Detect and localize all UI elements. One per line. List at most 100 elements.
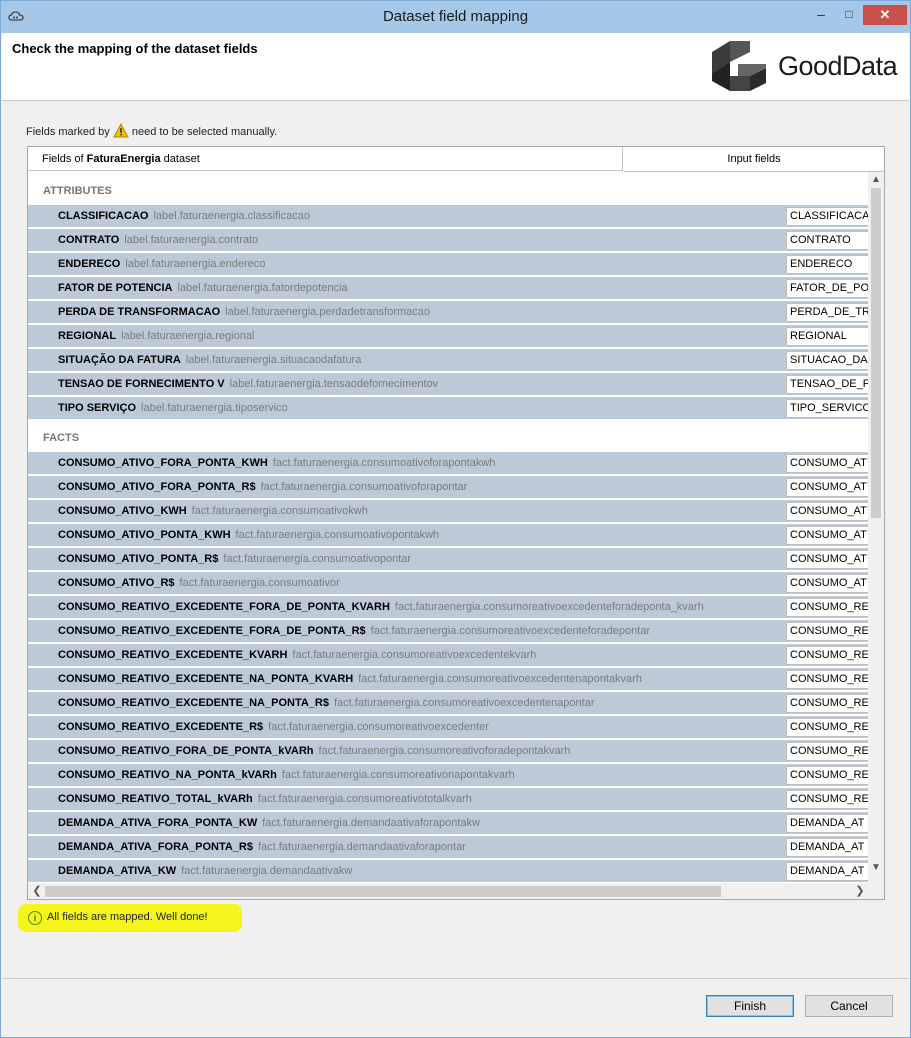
input-field-select[interactable]: ENDERECO (786, 255, 876, 274)
scroll-down-icon[interactable]: ▼ (868, 862, 884, 874)
field-label: CONSUMO_ATIVO_PONTA_KWH fact.faturaenergi… (58, 524, 439, 546)
close-button[interactable]: ✕ (863, 5, 907, 25)
finish-button[interactable]: Finish (706, 995, 794, 1017)
field-label: DEMANDA_ATIVA_FORA_PONTA_R$ fact.faturaen… (58, 836, 466, 858)
table-row[interactable]: TENSAO DE FORNECIMENTO V label.faturaener… (28, 373, 876, 395)
table-row[interactable]: CONSUMO_REATIVO_NA_PONTA_kVARh fact.fatur… (28, 764, 876, 786)
input-field-select[interactable]: CONTRATO (786, 231, 876, 250)
scroll-up-icon[interactable]: ▲ (868, 174, 884, 186)
fields-header-suffix: dataset (160, 153, 200, 165)
vertical-scrollbar[interactable]: ▲ ▼ (868, 172, 884, 884)
table-row[interactable]: CONSUMO_REATIVO_EXCEDENTE_FORA_DE_PONTA_… (28, 596, 876, 618)
input-field-select[interactable]: FATOR_DE_PO (786, 279, 876, 298)
input-field-select[interactable]: CONSUMO_RE (786, 670, 876, 689)
field-label: ENDERECO label.faturaenergia.endereco (58, 253, 265, 275)
table-row[interactable]: CONSUMO_REATIVO_FORA_DE_PONTA_kVARh fact.… (28, 740, 876, 762)
field-label: DEMANDA_ATIVA_FORA_PONTA_KW fact.faturaen… (58, 812, 480, 834)
table-row[interactable]: SITUAÇÃO DA FATURA label.faturaenergia.si… (28, 349, 876, 371)
table-row[interactable]: CONSUMO_REATIVO_TOTAL_kVARh fact.faturaen… (28, 788, 876, 810)
input-field-select[interactable]: CONSUMO_RE (786, 694, 876, 713)
table-row[interactable]: CONSUMO_ATIVO_KWH fact.faturaenergia.cons… (28, 500, 876, 522)
horizontal-scroll-thumb[interactable] (45, 886, 721, 897)
input-field-select[interactable]: CONSUMO_AT (786, 550, 876, 569)
field-label: CONSUMO_REATIVO_EXCEDENTE_R$ fact.faturae… (58, 716, 489, 738)
vertical-scroll-thumb[interactable] (871, 188, 881, 518)
table-row[interactable]: FATOR DE POTENCIA label.faturaenergia.fat… (28, 277, 876, 299)
table-row[interactable]: REGIONAL label.faturaenergia.regional REGI… (28, 325, 876, 347)
input-field-select[interactable]: TENSAO_DE_F (786, 375, 876, 394)
scroll-right-icon[interactable]: ❯ (854, 883, 866, 899)
field-name: CONSUMO_REATIVO_EXCEDENTE_FORA_DE_PONTA_… (58, 625, 366, 637)
field-name: ENDERECO (58, 258, 121, 270)
table-row[interactable]: ENDERECO label.faturaenergia.endereco ENDE… (28, 253, 876, 275)
table-row[interactable]: DEMANDA_ATIVA_FORA_PONTA_KW fact.faturaen… (28, 812, 876, 834)
cancel-button[interactable]: Cancel (805, 995, 893, 1017)
table-row[interactable]: CONSUMO_REATIVO_EXCEDENTE_KVARH fact.fatu… (28, 644, 876, 666)
scroll-left-icon[interactable]: ❮ (31, 883, 43, 899)
table-row[interactable]: CONSUMO_REATIVO_EXCEDENTE_NA_PONTA_KVARH… (28, 668, 876, 690)
fields-column-header[interactable]: Fields of FaturaEnergia dataset (28, 147, 623, 171)
input-field-select[interactable]: PERDA_DE_TRA (786, 303, 876, 322)
input-field-select[interactable]: DEMANDA_AT (786, 838, 876, 857)
field-label: CONSUMO_ATIVO_KWH fact.faturaenergia.cons… (58, 500, 368, 522)
table-row[interactable]: CONSUMO_ATIVO_FORA_PONTA_KWH fact.faturae… (28, 452, 876, 474)
fields-header-prefix: Fields of (42, 153, 87, 165)
input-field-select[interactable]: CONSUMO_AT (786, 502, 876, 521)
table-row[interactable]: DEMANDA_ATIVA_KW fact.faturaenergia.deman… (28, 860, 876, 882)
input-field-select[interactable]: DEMANDA_AT (786, 862, 876, 881)
field-name: DEMANDA_ATIVA_FORA_PONTA_R$ (58, 841, 253, 853)
input-field-select[interactable]: CONSUMO_RE (786, 718, 876, 737)
field-name: SITUAÇÃO DA FATURA (58, 354, 181, 366)
table-row[interactable]: CONSUMO_REATIVO_EXCEDENTE_FORA_DE_PONTA_… (28, 620, 876, 642)
input-field-select[interactable]: REGIONAL (786, 327, 876, 346)
table-row[interactable]: DEMANDA_ATIVA_FORA_PONTA_R$ fact.faturaen… (28, 836, 876, 858)
field-identifier: fact.faturaenergia.consumoreativoexceden… (333, 697, 595, 709)
field-identifier: label.faturaenergia.endereco (125, 258, 266, 270)
input-field-select[interactable]: DEMANDA_AT (786, 814, 876, 833)
input-fields-column-header[interactable]: Input fields (624, 147, 884, 172)
input-field-select[interactable]: TIPO_SERVICO (786, 399, 876, 418)
input-field-select[interactable]: CONSUMO_AT (786, 526, 876, 545)
field-name: CONSUMO_REATIVO_TOTAL_kVARh (58, 793, 253, 805)
table-row[interactable]: CONSUMO_ATIVO_FORA_PONTA_R$ fact.faturaen… (28, 476, 876, 498)
table-row[interactable]: CONSUMO_REATIVO_EXCEDENTE_NA_PONTA_R$ fac… (28, 692, 876, 714)
table-row[interactable]: TIPO SERVIÇO label.faturaenergia.tiposerv… (28, 397, 876, 419)
field-label: SITUAÇÃO DA FATURA label.faturaenergia.si… (58, 349, 361, 371)
field-identifier: fact.faturaenergia.consumoreativoexceden… (370, 625, 651, 637)
table-row[interactable]: PERDA DE TRANSFORMACAO label.faturaenergi… (28, 301, 876, 323)
field-name: CONSUMO_ATIVO_KWH (58, 505, 187, 517)
input-field-select[interactable]: CONSUMO_RE (786, 766, 876, 785)
field-label: CONSUMO_ATIVO_R$ fact.faturaenergia.consu… (58, 572, 340, 594)
input-field-select[interactable]: CONSUMO_AT (786, 454, 876, 473)
field-name: CONSUMO_REATIVO_EXCEDENTE_NA_PONTA_KVARH (58, 673, 354, 685)
table-row[interactable]: CONTRATO label.faturaenergia.contrato CONT… (28, 229, 876, 251)
horizontal-scrollbar[interactable]: ❮ ❯ (28, 883, 884, 899)
input-field-select[interactable]: CONSUMO_AT (786, 574, 876, 593)
input-field-select[interactable]: CONSUMO_RE (786, 646, 876, 665)
input-field-select[interactable]: SITUACAO_DA (786, 351, 876, 370)
title-bar[interactable]: Dataset field mapping – □ ✕ (1, 1, 910, 33)
input-field-select[interactable]: CLASSIFICACA (786, 207, 876, 226)
table-row[interactable]: CONSUMO_ATIVO_PONTA_KWH fact.faturaenergi… (28, 524, 876, 546)
field-identifier: fact.faturaenergia.consumoativopontakwh (235, 529, 440, 541)
input-field-select[interactable]: CONSUMO_RE (786, 622, 876, 641)
input-field-select[interactable]: CONSUMO_AT (786, 478, 876, 497)
footer-divider (2, 978, 909, 979)
field-identifier: fact.faturaenergia.consumoativor (179, 577, 340, 589)
input-field-select[interactable]: CONSUMO_RE (786, 742, 876, 761)
maximize-button[interactable]: □ (835, 5, 863, 25)
field-name: CONSUMO_ATIVO_FORA_PONTA_R$ (58, 481, 256, 493)
input-field-select[interactable]: CONSUMO_RE (786, 790, 876, 809)
minimize-button[interactable]: – (807, 5, 835, 25)
input-field-select[interactable]: CONSUMO_RE (786, 598, 876, 617)
table-row[interactable]: CLASSIFICACAO label.faturaenergia.classif… (28, 205, 876, 227)
field-identifier: label.faturaenergia.tiposervico (141, 402, 288, 414)
table-row[interactable]: CONSUMO_ATIVO_PONTA_R$ fact.faturaenergia… (28, 548, 876, 570)
field-label: CONSUMO_REATIVO_EXCEDENTE_NA_PONTA_KVARH… (58, 668, 642, 690)
hint-suffix: need to be selected manually. (131, 126, 278, 138)
table-row[interactable]: CONSUMO_ATIVO_R$ fact.faturaenergia.consu… (28, 572, 876, 594)
field-identifier: label.faturaenergia.contrato (124, 234, 259, 246)
table-row[interactable]: CONSUMO_REATIVO_EXCEDENTE_R$ fact.faturae… (28, 716, 876, 738)
field-label: CONSUMO_REATIVO_EXCEDENTE_FORA_DE_PONTA_… (58, 620, 650, 642)
dataset-name: FaturaEnergia (86, 153, 161, 165)
